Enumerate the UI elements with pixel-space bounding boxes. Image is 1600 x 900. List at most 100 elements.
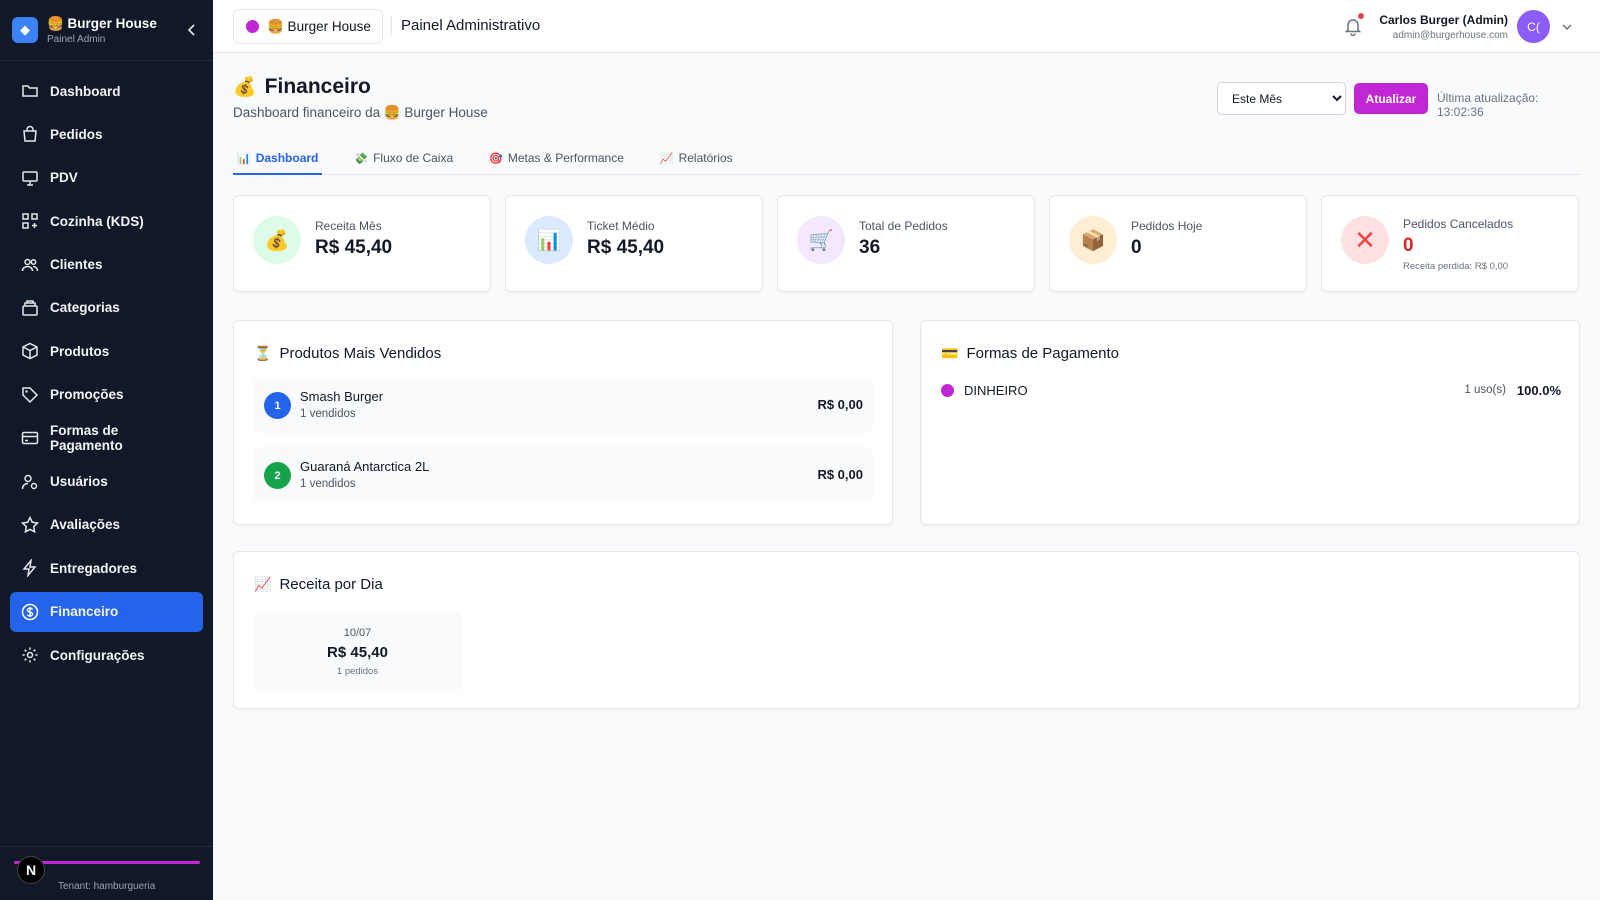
sidebar-item-clientes[interactable]: Clientes (10, 245, 203, 285)
panel-title-text: Produtos Mais Vendidos (279, 345, 442, 362)
sidebar-item-label: Promoções (50, 387, 124, 403)
stat-value: 0 (1131, 237, 1142, 258)
tabs: 📊 Dashboard 💸 Fluxo de Caixa 🎯 Metas & P… (233, 143, 1580, 175)
money-bag-icon: 💰 (253, 216, 301, 264)
brand-logo-icon: ◆ (12, 17, 38, 43)
panel-title: 💳 Formas de Pagamento (941, 345, 1119, 362)
sidebar-item-label: Cozinha (KDS) (50, 213, 144, 229)
sidebar-item-pedidos[interactable]: Pedidos (10, 114, 203, 154)
sidebar-item-produtos[interactable]: Produtos (10, 331, 203, 371)
sidebar-item-label: Usuários (50, 474, 108, 490)
store-selector[interactable]: 🍔 Burger House (233, 9, 383, 44)
user-cog-icon (21, 474, 38, 489)
product-price: R$ 0,00 (817, 467, 863, 482)
product-name: Smash Burger (300, 389, 384, 404)
list-item[interactable]: 2 Guaraná Antarctica 2L 1 vendidos R$ 0,… (254, 447, 873, 503)
top-products-panel: ⏳ Produtos Mais Vendidos 1 Smash Burger … (233, 320, 893, 525)
header-title: Painel Administrativo (391, 16, 540, 36)
day-revenue-card: 10/07 R$ 45,40 1 pedidos (254, 612, 461, 691)
page-subtitle: Dashboard financeiro da 🍔 Burger House (233, 105, 488, 120)
target-icon: 🎯 (489, 152, 503, 165)
box-icon (22, 343, 38, 360)
brand: ◆ 🍔 Burger House Painel Admin (0, 0, 213, 61)
sidebar-item-formas-pagamento[interactable]: Formas de Pagamento (10, 418, 203, 458)
bar-chart-icon: 📊 (525, 216, 573, 264)
stat-label: Total de Pedidos (859, 219, 948, 233)
tab-relatorios[interactable]: 📈 Relatórios (656, 143, 737, 175)
shopping-cart-icon: 🛒 (797, 216, 845, 264)
collapse-sidebar-chevron-left-icon[interactable] (183, 21, 201, 39)
payment-methods-panel: 💳 Formas de Pagamento DINHEIRO 1 uso(s) … (920, 320, 1580, 525)
notification-bell-icon[interactable] (1343, 16, 1363, 36)
avatar[interactable]: C( (1517, 10, 1550, 43)
credit-card-icon (21, 431, 39, 445)
sidebar-item-label: Produtos (50, 343, 110, 359)
sidebar-item-pdv[interactable]: PDV (10, 158, 203, 198)
page-title-text: Financeiro (264, 75, 371, 98)
stat-value: R$ 45,40 (587, 237, 665, 258)
product-price: R$ 0,00 (817, 397, 863, 412)
panel-title: ⏳ Produtos Mais Vendidos (254, 345, 441, 362)
folder-icon (22, 85, 38, 97)
grid-icon (22, 213, 38, 229)
stat-label: Pedidos Cancelados (1403, 217, 1514, 231)
stat-card-pedidos-hoje: 📦 Pedidos Hoje 0 (1049, 195, 1307, 292)
list-item[interactable]: 1 Smash Burger 1 vendidos R$ 0,00 (254, 377, 873, 433)
tab-label: Relatórios (678, 151, 733, 165)
stat-card-receita-mes: 💰 Receita Mês R$ 45,40 (233, 195, 491, 292)
rank-badge: 2 (264, 462, 291, 489)
sidebar-item-label: Pedidos (50, 126, 103, 142)
tab-label: Metas & Performance (507, 151, 624, 165)
panel-title-text: Receita por Dia (279, 576, 383, 593)
tab-metas-performance[interactable]: 🎯 Metas & Performance (485, 143, 628, 175)
trend-chart-icon: 📈 (254, 576, 272, 592)
sidebar-item-avaliacoes[interactable]: Avaliações (10, 505, 203, 545)
brand-name: 🍔 Burger House (47, 15, 157, 31)
stat-value: R$ 45,40 (315, 237, 393, 258)
sidebar-footer: N Tenant: hamburgueria (0, 846, 213, 900)
sidebar-item-label: Entregadores (50, 560, 138, 576)
sidebar-item-label: PDV (50, 170, 78, 186)
payment-percent: 100.0% (1516, 382, 1561, 398)
product-sold: 1 vendidos (300, 408, 356, 420)
sidebar-item-cozinha[interactable]: Cozinha (KDS) (10, 201, 203, 241)
money-bag-icon: 💰 (233, 77, 257, 98)
sidebar-item-label: Dashboard (50, 83, 121, 99)
stat-cards: 💰 Receita Mês R$ 45,40 📊 Ticket Médio R$… (233, 195, 1580, 292)
refresh-button[interactable]: Atualizar (1354, 83, 1428, 114)
sidebar-item-label: Categorias (50, 300, 120, 316)
stat-value: 36 (859, 237, 881, 258)
sidebar-item-financeiro[interactable]: Financeiro (10, 591, 203, 632)
user-name: Carlos Burger (Admin) (1379, 13, 1508, 27)
shopping-bag-icon (23, 126, 37, 143)
tab-dashboard[interactable]: 📊 Dashboard (233, 143, 323, 175)
store-color-dot (246, 20, 259, 33)
sidebar-item-promocoes[interactable]: Promoções (10, 375, 203, 415)
trend-chart-icon: 📈 (659, 152, 674, 165)
stat-label: Pedidos Hoje (1131, 219, 1203, 233)
sidebar-item-label: Financeiro (50, 604, 119, 620)
sidebar-item-dashboard[interactable]: Dashboard (10, 71, 203, 111)
payment-color-dot (941, 383, 954, 397)
day-date: 10/07 (343, 627, 372, 639)
tab-fluxo-de-caixa[interactable]: 💸 Fluxo de Caixa (350, 143, 457, 175)
tenant-label: Tenant: hamburgueria (58, 881, 156, 892)
panel-title: 📈 Receita por Dia (254, 576, 383, 593)
store-name: 🍔 Burger House (267, 18, 371, 34)
stat-card-total-pedidos: 🛒 Total de Pedidos 36 (777, 195, 1035, 292)
sidebar-item-usuarios[interactable]: Usuários (10, 462, 203, 502)
monitor-icon (22, 171, 38, 186)
stat-label: Receita Mês (315, 219, 382, 233)
framework-badge[interactable]: N (17, 856, 45, 884)
stat-label: Ticket Médio (587, 219, 655, 233)
period-select[interactable]: Este Mês (1217, 82, 1346, 115)
credit-card-icon: 💳 (941, 345, 959, 361)
product-sold: 1 vendidos (300, 478, 356, 490)
user-menu-chevron-down-icon[interactable] (1560, 20, 1574, 34)
sidebar: ◆ 🍔 Burger House Painel Admin Dashboard … (0, 0, 213, 900)
product-name: Guaraná Antarctica 2L (300, 459, 430, 474)
sidebar-item-categorias[interactable]: Categorias (10, 288, 203, 328)
sidebar-item-label: Avaliações (50, 517, 121, 533)
sidebar-item-entregadores[interactable]: Entregadores (10, 548, 203, 588)
sidebar-item-configuracoes[interactable]: Configurações (10, 635, 203, 675)
